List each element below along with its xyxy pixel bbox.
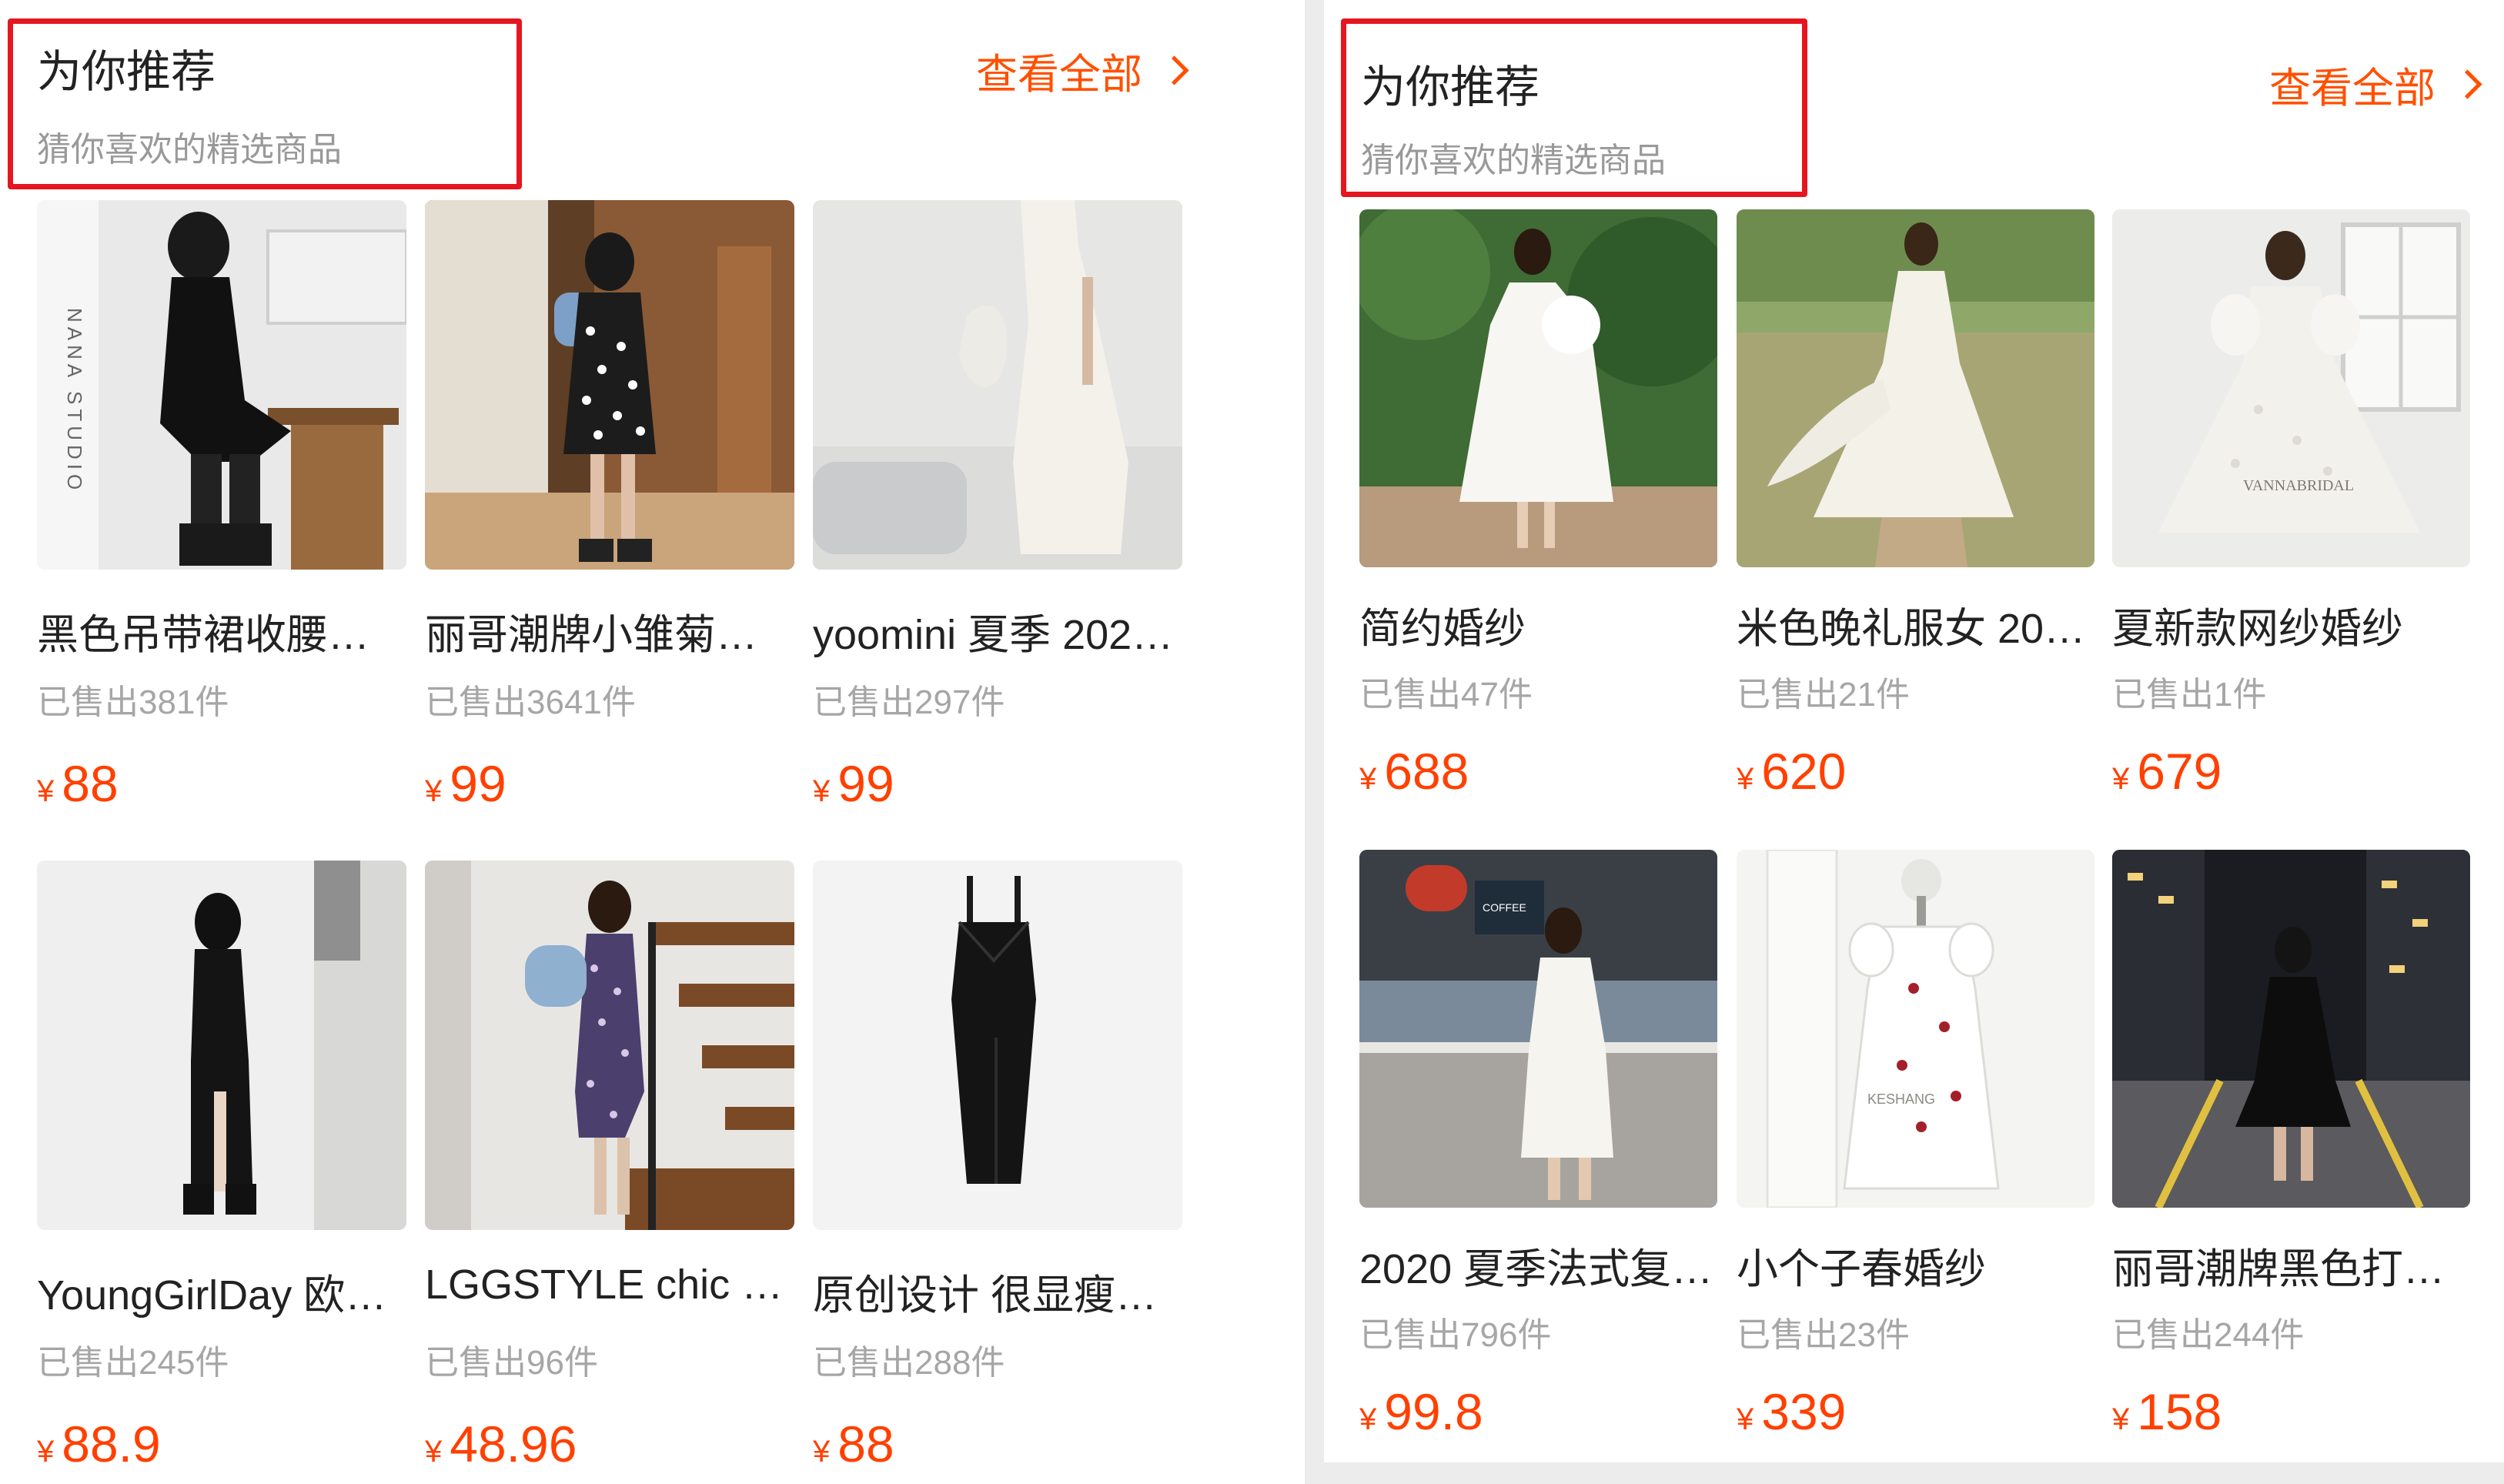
currency-symbol: ¥: [813, 1435, 831, 1469]
sold-count: 已售出21件: [1737, 676, 1910, 714]
price-value: 158: [2137, 1383, 2222, 1440]
currency-symbol: ¥: [2112, 1402, 2130, 1436]
view-all-label: 查看全部: [2269, 65, 2435, 112]
sold-count: 已售出381件: [37, 684, 229, 721]
product-title: 米色晚礼服女 201…: [1737, 606, 2094, 652]
product-image: [2112, 850, 2470, 1208]
product-image: NANA STUDIO: [37, 200, 406, 570]
product-title: 夏新款网纱婚纱: [2112, 606, 2403, 652]
product-title: 简约婚纱: [1359, 606, 1526, 652]
price-value: 99: [837, 755, 894, 812]
product-image: [425, 200, 794, 570]
currency-symbol: ¥: [37, 1435, 55, 1469]
product-image: [813, 861, 1182, 1230]
product-price: ¥ 679: [2112, 742, 2222, 800]
product-title: 黑色吊带裙收腰…: [37, 612, 369, 658]
product-price: ¥ 88: [37, 754, 119, 813]
price-value: 679: [2137, 743, 2222, 800]
price-value: 88: [62, 755, 119, 812]
product-price: ¥ 339: [1737, 1382, 1846, 1441]
product-price: ¥ 88: [813, 1415, 894, 1473]
price-value: 620: [1761, 743, 1847, 800]
product-title: 丽哥潮牌小雏菊…: [425, 612, 757, 658]
sold-count: 已售出3641件: [425, 684, 636, 721]
thumb-brand-text: KESHANG: [1867, 1091, 1935, 1107]
product-price: ¥ 48.96: [425, 1415, 577, 1473]
section-subtitle: 猜你喜欢的精选商品: [1361, 142, 1666, 179]
product-image: VANNABRIDAL: [2112, 209, 2470, 567]
panel-divider: [1305, 0, 1324, 1484]
product-title: 原创设计 很显瘦…: [813, 1272, 1158, 1319]
sold-count: 已售出47件: [1359, 676, 1533, 714]
product-image: [1737, 209, 2094, 567]
sold-count: 已售出1件: [2112, 676, 2267, 714]
section-title: 为你推荐: [1361, 62, 1540, 112]
currency-symbol: ¥: [1359, 762, 1377, 796]
sold-count: 已售出244件: [2112, 1316, 2305, 1354]
product-image: [813, 200, 1182, 570]
price-value: 48.96: [450, 1415, 577, 1472]
product-image: COFFEE: [1359, 850, 1717, 1208]
chevron-right-icon: [1159, 55, 1189, 85]
sold-count: 已售出96件: [425, 1344, 598, 1382]
price-value: 88: [837, 1415, 894, 1472]
product-price: ¥ 99: [813, 754, 894, 813]
product-title: yoomini 夏季 202…: [813, 612, 1174, 658]
sold-count: 已售出297件: [813, 684, 1005, 721]
product-image: KESHANG: [1737, 850, 2094, 1208]
product-price: ¥ 88.9: [37, 1415, 161, 1473]
product-price: ¥ 688: [1359, 742, 1469, 800]
product-title: YoungGirlDay 欧…: [37, 1272, 387, 1319]
currency-symbol: ¥: [425, 1435, 443, 1469]
price-value: 88.9: [62, 1415, 161, 1472]
product-title: 丽哥潮牌黑色打…: [2112, 1246, 2445, 1292]
product-title: 2020 夏季法式复…: [1359, 1246, 1713, 1292]
price-value: 99.8: [1384, 1383, 1483, 1440]
panel-footer-strip: [1324, 1462, 2504, 1484]
currency-symbol: ¥: [2112, 762, 2130, 796]
product-price: ¥ 99.8: [1359, 1382, 1483, 1441]
product-title: LGGSTYLE chic …: [425, 1262, 784, 1308]
product-image: [425, 861, 794, 1230]
currency-symbol: ¥: [1737, 762, 1754, 796]
product-image: [37, 861, 406, 1230]
price-value: 339: [1761, 1383, 1847, 1440]
product-price: ¥ 99: [425, 754, 506, 813]
view-all-label: 查看全部: [976, 52, 1142, 98]
sold-count: 已售出245件: [37, 1344, 229, 1382]
recommend-panel-left: 为你推荐 猜你喜欢的精选商品 查看全部 NANA STUDIO 黑色吊带裙收腰…: [0, 0, 1305, 1484]
sold-count: 已售出796件: [1359, 1316, 1552, 1354]
currency-symbol: ¥: [37, 774, 55, 808]
sold-count: 已售出288件: [813, 1344, 1005, 1382]
product-price: ¥ 158: [2112, 1382, 2222, 1441]
sold-count: 已售出23件: [1737, 1316, 1910, 1354]
chevron-right-icon: [2452, 69, 2482, 99]
price-value: 688: [1384, 743, 1469, 800]
currency-symbol: ¥: [813, 774, 831, 808]
section-subtitle: 猜你喜欢的精选商品: [37, 131, 342, 169]
currency-symbol: ¥: [425, 774, 443, 808]
currency-symbol: ¥: [1359, 1402, 1377, 1436]
product-title: 小个子春婚纱: [1737, 1246, 1986, 1292]
thumb-brand-text: NANA STUDIO: [63, 308, 86, 494]
recommend-panel-right: 为你推荐 猜你喜欢的精选商品 查看全部 简约婚纱 已售出47件 ¥ 688 米色…: [1324, 0, 2504, 1462]
product-image: [1359, 209, 1717, 567]
thumb-brand-text: VANNABRIDAL: [2243, 477, 2354, 494]
product-price: ¥ 620: [1737, 742, 1846, 800]
view-all-link[interactable]: 查看全部: [976, 40, 1189, 101]
price-value: 99: [450, 755, 506, 812]
section-title: 为你推荐: [37, 47, 216, 97]
view-all-link[interactable]: 查看全部: [2269, 54, 2482, 115]
currency-symbol: ¥: [1737, 1402, 1754, 1436]
thumb-sign-text: COFFEE: [1483, 901, 1526, 914]
